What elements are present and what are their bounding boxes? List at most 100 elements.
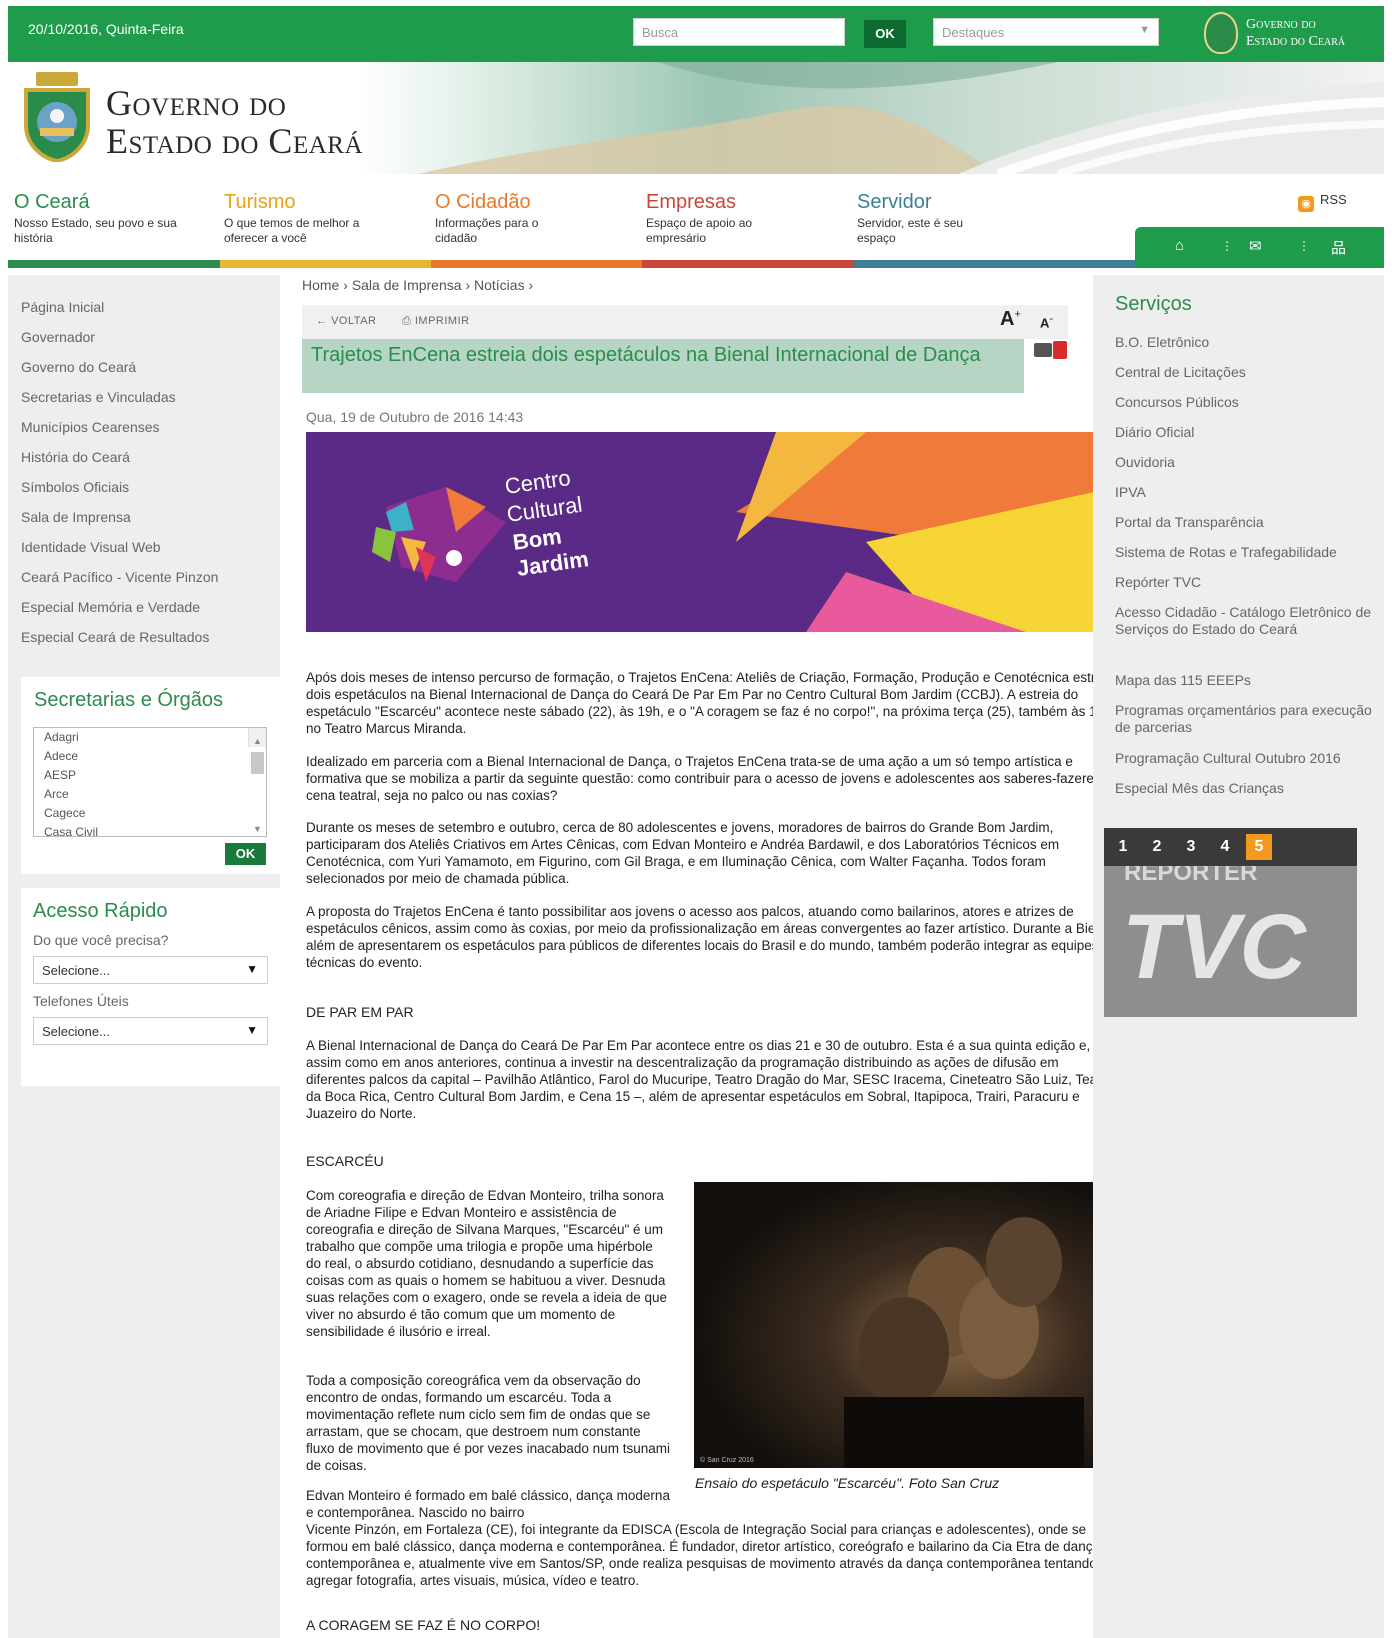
left-menu-item[interactable]: Especial Memória e Verdade — [21, 599, 200, 615]
back-label: VOLTAR — [331, 315, 377, 327]
section-heading: ESCARCÉU — [306, 1153, 384, 1169]
list-item[interactable]: Adece — [34, 747, 266, 766]
left-menu-item[interactable]: Municípios Cearenses — [21, 419, 160, 435]
print-button[interactable]: ⎙ IMPRIMIR — [402, 315, 470, 328]
rss-label: RSS — [1320, 192, 1347, 207]
service-link[interactable]: Repórter TVC — [1115, 574, 1380, 591]
scroll-up-icon[interactable]: ▲ — [253, 732, 262, 751]
nav-item-o-cidadao[interactable]: O Cidadão Informações para o cidadão — [435, 191, 645, 246]
top-logo-line1: Governo do — [1246, 17, 1316, 32]
left-menu-item[interactable]: Especial Ceará de Resultados — [21, 629, 209, 645]
listbox-scrollbar[interactable]: ▲ ▼ — [248, 728, 266, 834]
home-icon[interactable]: ⌂ — [1175, 237, 1184, 254]
left-menu-item[interactable]: Página Inicial — [21, 299, 104, 315]
slider-page-2[interactable]: 2 — [1144, 834, 1170, 860]
nav-item-o-ceara[interactable]: O Ceará Nosso Estado, seu povo e sua his… — [14, 191, 224, 246]
top-logo-line2: Estado do Ceará — [1246, 34, 1346, 49]
article-paragraph: Após dois meses de intenso percurso de f… — [306, 670, 1116, 736]
slider-page-1[interactable]: 1 — [1110, 834, 1136, 860]
font-increase-button[interactable]: A+ — [1000, 308, 1021, 331]
list-item[interactable]: AESP — [34, 766, 266, 785]
left-menu-item[interactable]: Governo do Ceará — [21, 359, 136, 375]
service-link[interactable]: Central de Licitações — [1115, 364, 1380, 381]
pdf-icon[interactable] — [1053, 341, 1067, 359]
left-menu-item[interactable]: Sala de Imprensa — [21, 509, 131, 525]
left-menu-item[interactable]: Governador — [21, 329, 95, 345]
scroll-down-icon[interactable]: ▼ — [253, 820, 262, 836]
search-input[interactable]: Busca — [633, 18, 845, 46]
service-link[interactable]: B.O. Eletrônico — [1115, 334, 1380, 351]
nav-bar-empresas — [642, 260, 853, 268]
left-menu-item[interactable]: História do Ceará — [21, 449, 130, 465]
slider-page-4[interactable]: 4 — [1212, 834, 1238, 860]
top-logo[interactable]: Governo do Estado do Ceará — [1246, 16, 1345, 50]
font-increase-letter: A — [1000, 308, 1015, 330]
slider-page-5-active[interactable]: 5 — [1246, 834, 1272, 860]
reporter-tvc-banner[interactable]: REPÓRTER TVC 1 2 3 4 5 — [1104, 828, 1357, 1017]
site-logo-line1: Governo do — [106, 83, 287, 123]
list-item[interactable]: Adagri — [34, 728, 266, 747]
left-menu-item[interactable]: Identidade Visual Web — [21, 539, 161, 555]
article-title: Trajetos EnCena estreia dois espetáculos… — [311, 344, 981, 366]
photo-caption: Ensaio do espetáculo "Escarcéu". Foto Sa… — [695, 1475, 1000, 1491]
telefones-select[interactable]: Selecione... ▼ — [33, 1017, 268, 1045]
acesso-rapido-box: Acesso Rápido Do que você precisa? Selec… — [21, 888, 284, 1086]
back-button[interactable]: ← VOLTAR — [316, 315, 376, 327]
list-item[interactable]: Arce — [34, 785, 266, 804]
slider-pager: 1 2 3 4 5 — [1104, 828, 1357, 866]
service-link[interactable]: Concursos Públicos — [1115, 394, 1380, 411]
printer-icon[interactable] — [1034, 343, 1052, 357]
chevron-down-icon: ▼ — [1139, 24, 1150, 36]
breadcrumb-noticias[interactable]: Notícias — [474, 277, 525, 293]
service-link[interactable]: Ouvidoria — [1115, 454, 1380, 471]
service-link[interactable]: Portal da Transparência — [1115, 514, 1380, 531]
service-link[interactable]: Mapa das 115 EEEPs — [1115, 672, 1380, 689]
site-logo[interactable]: Governo do Estado do Ceará — [106, 84, 363, 160]
article-paragraph: Toda a composição coreográfica vem da ob… — [306, 1373, 670, 1473]
service-link[interactable]: Diário Oficial — [1115, 424, 1380, 441]
nav-item-title: Empresas — [646, 191, 737, 213]
service-link[interactable]: Programação Cultural Outubro 2016 — [1115, 750, 1380, 767]
secretarias-listbox[interactable]: Adagri Adece AESP Arce Cagece Casa Civil… — [33, 727, 267, 837]
destaques-select[interactable]: Destaques ▼ — [933, 18, 1159, 46]
service-link[interactable]: Especial Mês das Crianças — [1115, 780, 1380, 797]
left-menu-item[interactable]: Ceará Pacífico - Vicente Pinzon — [21, 569, 218, 585]
state-seal-icon[interactable] — [1204, 12, 1238, 54]
acesso-rapido-select[interactable]: Selecione... ▼ — [33, 956, 268, 984]
chevron-down-icon: ▼ — [246, 962, 258, 976]
nav-item-servidor[interactable]: Servidor Servidor, este é seu espaço — [857, 191, 1067, 246]
slider-page-3[interactable]: 3 — [1178, 834, 1204, 860]
list-item[interactable]: Casa Civil — [34, 823, 266, 836]
secretarias-box: Secretarias e Órgãos Adagri Adece AESP A… — [21, 677, 284, 874]
article-paragraph: Durante os meses de setembro e outubro, … — [306, 820, 1060, 886]
nav-item-turismo[interactable]: Turismo O que temos de melhor a oferecer… — [224, 191, 434, 246]
photo-credit: © San Cruz 2016 — [700, 1456, 754, 1464]
service-link[interactable]: Acesso Cidadão - Catálogo Eletrônico de … — [1115, 604, 1380, 638]
nav-item-empresas[interactable]: Empresas Espaço de apoio ao empresário — [646, 191, 856, 246]
left-menu-item[interactable]: Símbolos Oficiais — [21, 479, 129, 495]
printer-icon: ⎙ — [402, 315, 415, 327]
left-menu-item[interactable]: Secretarias e Vinculadas — [21, 389, 176, 405]
chevron-right-icon: › — [465, 277, 474, 293]
list-item[interactable]: Cagece — [34, 804, 266, 823]
mail-icon[interactable]: ✉ — [1249, 237, 1262, 255]
left-sidebar: Página Inicial Governador Governo do Cea… — [8, 275, 284, 1638]
service-link[interactable]: IPVA — [1115, 484, 1380, 501]
secretarias-ok-button[interactable]: OK — [225, 843, 266, 865]
service-link[interactable]: Programas orçamentários para execução de… — [1115, 702, 1380, 736]
utility-icon-bar: ⌂ ⋮ ✉ ⋮ 品 — [1135, 227, 1384, 268]
scrollbar-thumb[interactable] — [251, 752, 264, 774]
sitemap-icon[interactable]: 品 — [1331, 237, 1346, 258]
breadcrumb-sala-de-imprensa[interactable]: Sala de Imprensa — [352, 277, 462, 293]
nav-item-desc: Servidor, este é seu espaço — [857, 216, 964, 245]
article-paragraph: A Bienal Internacional de Dança do Ceará… — [306, 1038, 1113, 1121]
service-link[interactable]: Sistema de Rotas e Trafegabilidade — [1115, 544, 1380, 561]
nav-item-title: O Ceará — [14, 191, 90, 213]
nav-item-desc: O que temos de melhor a oferecer a você — [224, 216, 360, 245]
rss-link[interactable]: ◉ RSS — [1298, 192, 1347, 212]
search-ok-button[interactable]: OK — [864, 20, 906, 48]
breadcrumb-home[interactable]: Home — [302, 277, 339, 293]
state-seal-icon[interactable] — [18, 70, 96, 162]
font-decrease-button[interactable]: A- — [1040, 313, 1053, 330]
site-logo-line2: Estado do Ceará — [106, 121, 363, 161]
